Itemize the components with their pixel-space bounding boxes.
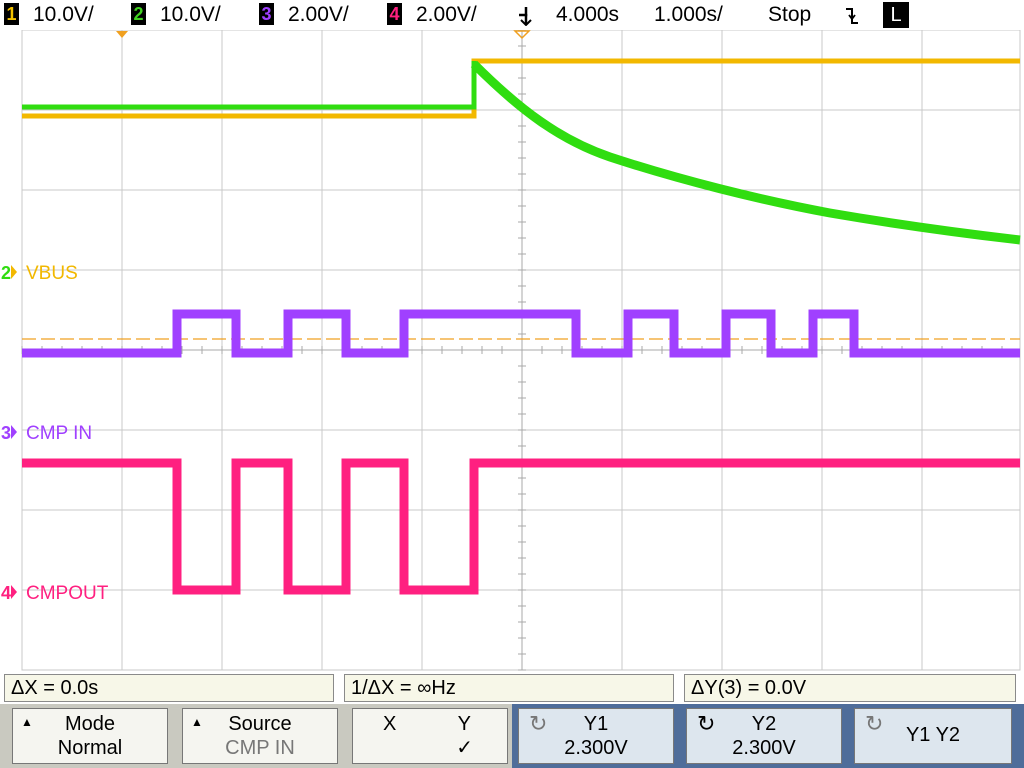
- label-cmp-in: 3 CMP IN: [1, 423, 92, 444]
- acquisition-mode-indicator: L: [883, 2, 909, 28]
- measurement-inverse-delta-x: 1/ΔX = ∞Hz: [344, 674, 674, 702]
- y2-softkey[interactable]: ↻ Y2 2.300V: [686, 708, 842, 764]
- source-softkey[interactable]: ▲ Source CMP IN: [182, 708, 338, 764]
- y1-value: 2.300V: [564, 737, 628, 759]
- trigger-position[interactable]: 4.000s: [556, 3, 619, 27]
- channel-2-scale[interactable]: 2 10.0V/: [131, 3, 221, 27]
- channel-1-scale[interactable]: 1 10.0V/: [4, 3, 94, 27]
- falling-edge-icon: [846, 8, 858, 24]
- y-selected-check-icon: ✓: [456, 737, 473, 759]
- y2-value: 2.300V: [732, 737, 796, 759]
- ground-marker-2-num: 2: [1, 263, 11, 283]
- trace-label-cmp-in: CMP IN: [26, 423, 92, 444]
- y1-title: Y1: [583, 713, 609, 735]
- mode-title: Mode: [64, 713, 116, 735]
- waveform-display[interactable]: 2 VBUS 3 CMP IN 4 CMPOUT: [0, 29, 1024, 672]
- channel-2-scale-value: 10.0V/: [160, 3, 221, 26]
- channel-2-trace-decay: [470, 60, 1021, 245]
- y1-y2-title: Y1 Y2: [905, 724, 961, 746]
- y1-y2-softkey[interactable]: ↻ Y1 Y2: [854, 708, 1012, 764]
- source-value: CMP IN: [225, 737, 295, 759]
- label-vbus: 2 VBUS: [1, 263, 78, 284]
- y-label: Y: [457, 713, 471, 735]
- xy-softkey[interactable]: X Y ✓: [352, 708, 508, 764]
- channel-1-badge: 1: [4, 3, 19, 25]
- trigger-level-marker: [116, 31, 128, 38]
- run-state: Stop: [768, 3, 812, 26]
- channel-4-scale-value: 2.00V/: [416, 3, 477, 26]
- channel-3-scale-value: 2.00V/: [288, 3, 349, 26]
- channel-1-scale-value: 10.0V/: [33, 3, 94, 26]
- y2-title: Y2: [751, 713, 777, 735]
- source-title: Source: [228, 713, 292, 735]
- trigger-position-icon: [519, 7, 532, 26]
- ground-marker-4-num: 4: [1, 583, 11, 603]
- ground-marker-3: [11, 425, 17, 439]
- ground-marker-3-num: 3: [1, 423, 11, 443]
- channel-4-badge: 4: [387, 3, 402, 25]
- channel-2-trace-flat: [22, 61, 477, 110]
- channel-3-badge: 3: [259, 3, 274, 25]
- channel-4-scale[interactable]: 4 2.00V/: [387, 3, 477, 27]
- label-cmpout: 4 CMPOUT: [1, 583, 109, 604]
- trace-label-vbus: VBUS: [26, 263, 78, 284]
- measurement-delta-x: ΔX = 0.0s: [4, 674, 334, 702]
- ground-marker-2: [11, 265, 17, 279]
- measurement-delta-y: ΔY(3) = 0.0V: [684, 674, 1016, 702]
- channel-2-badge: 2: [131, 3, 146, 25]
- y1-softkey[interactable]: ↻ Y1 2.300V: [518, 708, 674, 764]
- status-bar: 1 10.0V/ 2 10.0V/ 3 2.00V/ 4 2.00V/ 4.000s 1…: [0, 0, 1024, 30]
- trace-label-cmpout: CMPOUT: [26, 583, 109, 604]
- mode-value: Normal: [57, 737, 123, 759]
- mode-softkey[interactable]: ▲ Mode Normal: [12, 708, 168, 764]
- timebase[interactable]: 1.000s/: [654, 3, 723, 27]
- ground-marker-4: [11, 585, 17, 599]
- channel-3-scale[interactable]: 3 2.00V/: [259, 3, 349, 27]
